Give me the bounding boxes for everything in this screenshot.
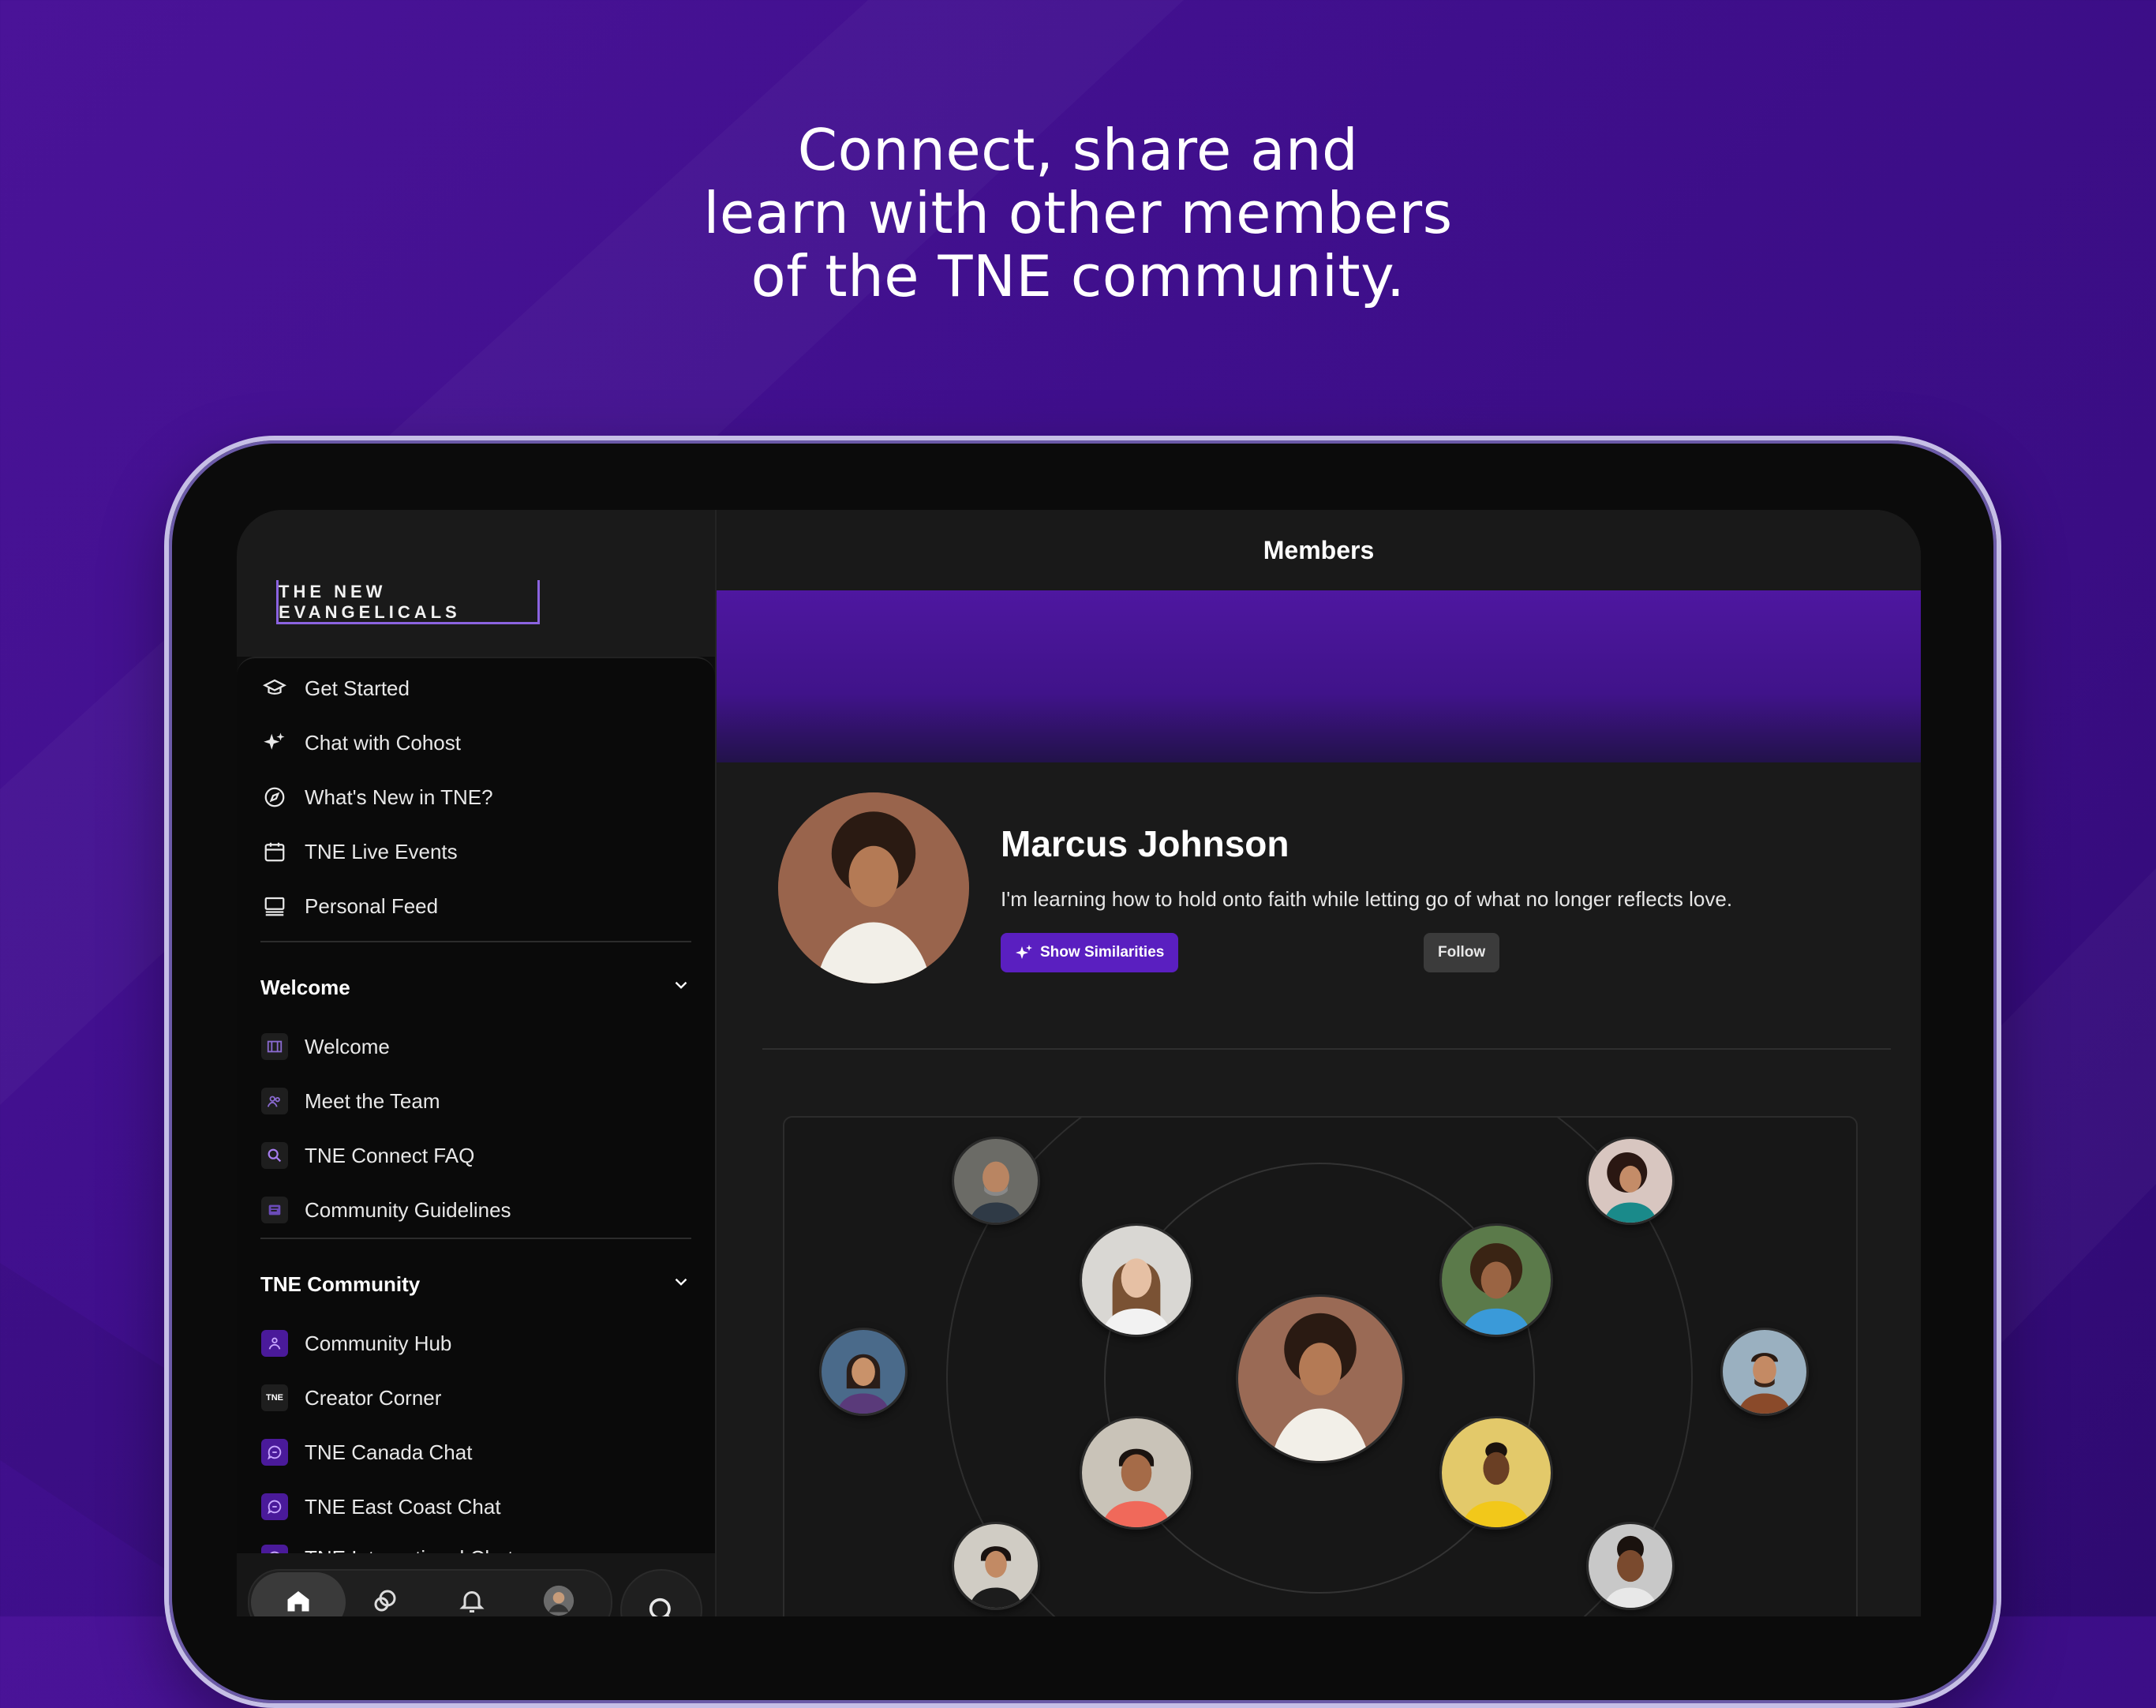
sidebar-item-faq[interactable]: TNE Connect FAQ — [260, 1132, 474, 1179]
section-title: Welcome — [260, 975, 350, 999]
sidebar-list[interactable]: Get Started Chat with Cohost What's New … — [237, 657, 715, 1616]
logo-text: THE NEW EVANGELICALS — [279, 582, 461, 622]
member-avatar[interactable] — [819, 1328, 908, 1416]
sidebar-item-creator-corner[interactable]: TNE Creator Corner — [260, 1374, 441, 1421]
profile-banner — [717, 590, 1921, 762]
sidebar-item-whats-new[interactable]: What's New in TNE? — [260, 773, 493, 821]
section-header-welcome[interactable]: Welcome — [260, 968, 691, 1007]
headline: Connect, share and learn with other memb… — [0, 118, 2156, 308]
page-title: Members — [717, 510, 1921, 590]
member-avatar[interactable] — [952, 1522, 1040, 1610]
show-similarities-button[interactable]: Show Similarities — [1001, 933, 1179, 972]
sparkle-icon — [1015, 943, 1034, 962]
tne-badge-text: TNE — [261, 1384, 288, 1411]
feed-icon — [260, 892, 289, 920]
sidebar-item-east-coast-chat[interactable]: TNE East Coast Chat — [260, 1483, 501, 1530]
bell-icon[interactable] — [456, 1585, 488, 1616]
show-similarities-label: Show Similarities — [1040, 944, 1165, 961]
member-avatar[interactable] — [1586, 1137, 1675, 1225]
chat-bubble-icon — [260, 1438, 289, 1466]
sidebar-item-label: TNE Canada Chat — [305, 1440, 473, 1464]
sidebar-item-label: Creator Corner — [305, 1385, 442, 1410]
sidebar-item-label: TNE Connect FAQ — [305, 1143, 475, 1167]
magnifier-icon — [260, 1141, 289, 1170]
chevron-down-icon — [671, 975, 691, 1001]
follow-button[interactable]: Follow — [1424, 933, 1500, 972]
sidebar-item-label: Personal Feed — [305, 893, 439, 918]
profile-name: Marcus Johnson — [1001, 823, 1289, 864]
chevron-down-icon — [671, 1272, 691, 1298]
sidebar-divider — [260, 941, 691, 942]
sidebar-item-community-guidelines[interactable]: Community Guidelines — [260, 1186, 511, 1234]
member-avatar[interactable] — [1439, 1416, 1553, 1530]
spaces-icon[interactable] — [369, 1585, 401, 1616]
welcome-channel-icon — [260, 1032, 289, 1061]
member-avatar[interactable] — [1080, 1223, 1193, 1337]
team-icon — [260, 1087, 289, 1115]
profile-avatar[interactable] — [778, 792, 969, 983]
sidebar-item-welcome[interactable]: Welcome — [260, 1023, 390, 1070]
logo[interactable]: THE NEW EVANGELICALS — [276, 580, 540, 624]
sidebar-item-chat-with-cohost[interactable]: Chat with Cohost — [260, 719, 461, 766]
bottom-tab-bar — [237, 1553, 715, 1616]
headline-line-1: Connect, share and — [797, 117, 1359, 183]
home-icon[interactable] — [283, 1585, 314, 1616]
sidebar-item-label: Community Guidelines — [305, 1197, 511, 1222]
sidebar-item-label: Get Started — [305, 676, 410, 700]
sidebar-item-get-started[interactable]: Get Started — [260, 665, 410, 712]
section-title: TNE Community — [260, 1272, 421, 1296]
headline-line-3: of the TNE community. — [750, 243, 1406, 309]
sidebar-item-label: Meet the Team — [305, 1088, 440, 1113]
sidebar-item-personal-feed[interactable]: Personal Feed — [260, 882, 438, 930]
member-avatar[interactable] — [1586, 1522, 1675, 1610]
sidebar-item-label: Welcome — [305, 1034, 390, 1058]
section-header-tne-community[interactable]: TNE Community — [260, 1264, 691, 1304]
calendar-icon — [260, 837, 289, 866]
main-content: Members Marcus Johnson I'm learning how … — [717, 510, 1921, 1616]
guidelines-icon — [260, 1196, 289, 1224]
sidebar: THE NEW EVANGELICALS Get Started Chat wi… — [237, 510, 717, 1616]
sidebar-header: THE NEW EVANGELICALS — [237, 510, 715, 657]
sidebar-divider — [260, 1238, 691, 1239]
sidebar-item-canada-chat[interactable]: TNE Canada Chat — [260, 1429, 472, 1476]
sparkle-icon — [260, 729, 289, 757]
member-avatar[interactable] — [1720, 1328, 1809, 1416]
chat-bubble-icon — [260, 1493, 289, 1521]
graduation-cap-icon — [260, 674, 289, 702]
sidebar-item-label: TNE Live Events — [305, 839, 458, 863]
sidebar-item-community-hub[interactable]: Community Hub — [260, 1320, 451, 1367]
compass-icon — [260, 783, 289, 811]
profile-bio: I'm learning how to hold onto faith whil… — [1001, 887, 1733, 911]
sidebar-item-label: What's New in TNE? — [305, 785, 493, 809]
member-avatar[interactable] — [1080, 1416, 1193, 1530]
sidebar-item-label: Chat with Cohost — [305, 730, 461, 755]
member-avatar[interactable] — [952, 1137, 1040, 1225]
search-icon — [646, 1594, 677, 1616]
similarity-graph[interactable] — [783, 1116, 1858, 1616]
member-avatar-center[interactable] — [1236, 1294, 1405, 1463]
search-button[interactable] — [620, 1569, 702, 1616]
profile-avatar-icon[interactable] — [543, 1585, 575, 1616]
app-screen: THE NEW EVANGELICALS Get Started Chat wi… — [237, 510, 1921, 1616]
sidebar-item-label: TNE East Coast Chat — [305, 1494, 501, 1519]
member-avatar[interactable] — [1439, 1223, 1553, 1337]
community-hub-icon — [260, 1329, 289, 1358]
content-divider — [762, 1048, 1891, 1050]
tne-logo-icon: TNE — [260, 1384, 289, 1412]
sidebar-item-live-events[interactable]: TNE Live Events — [260, 828, 458, 875]
headline-line-2: learn with other members — [703, 180, 1453, 246]
sidebar-item-label: Community Hub — [305, 1331, 452, 1355]
sidebar-item-meet-the-team[interactable]: Meet the Team — [260, 1077, 440, 1125]
